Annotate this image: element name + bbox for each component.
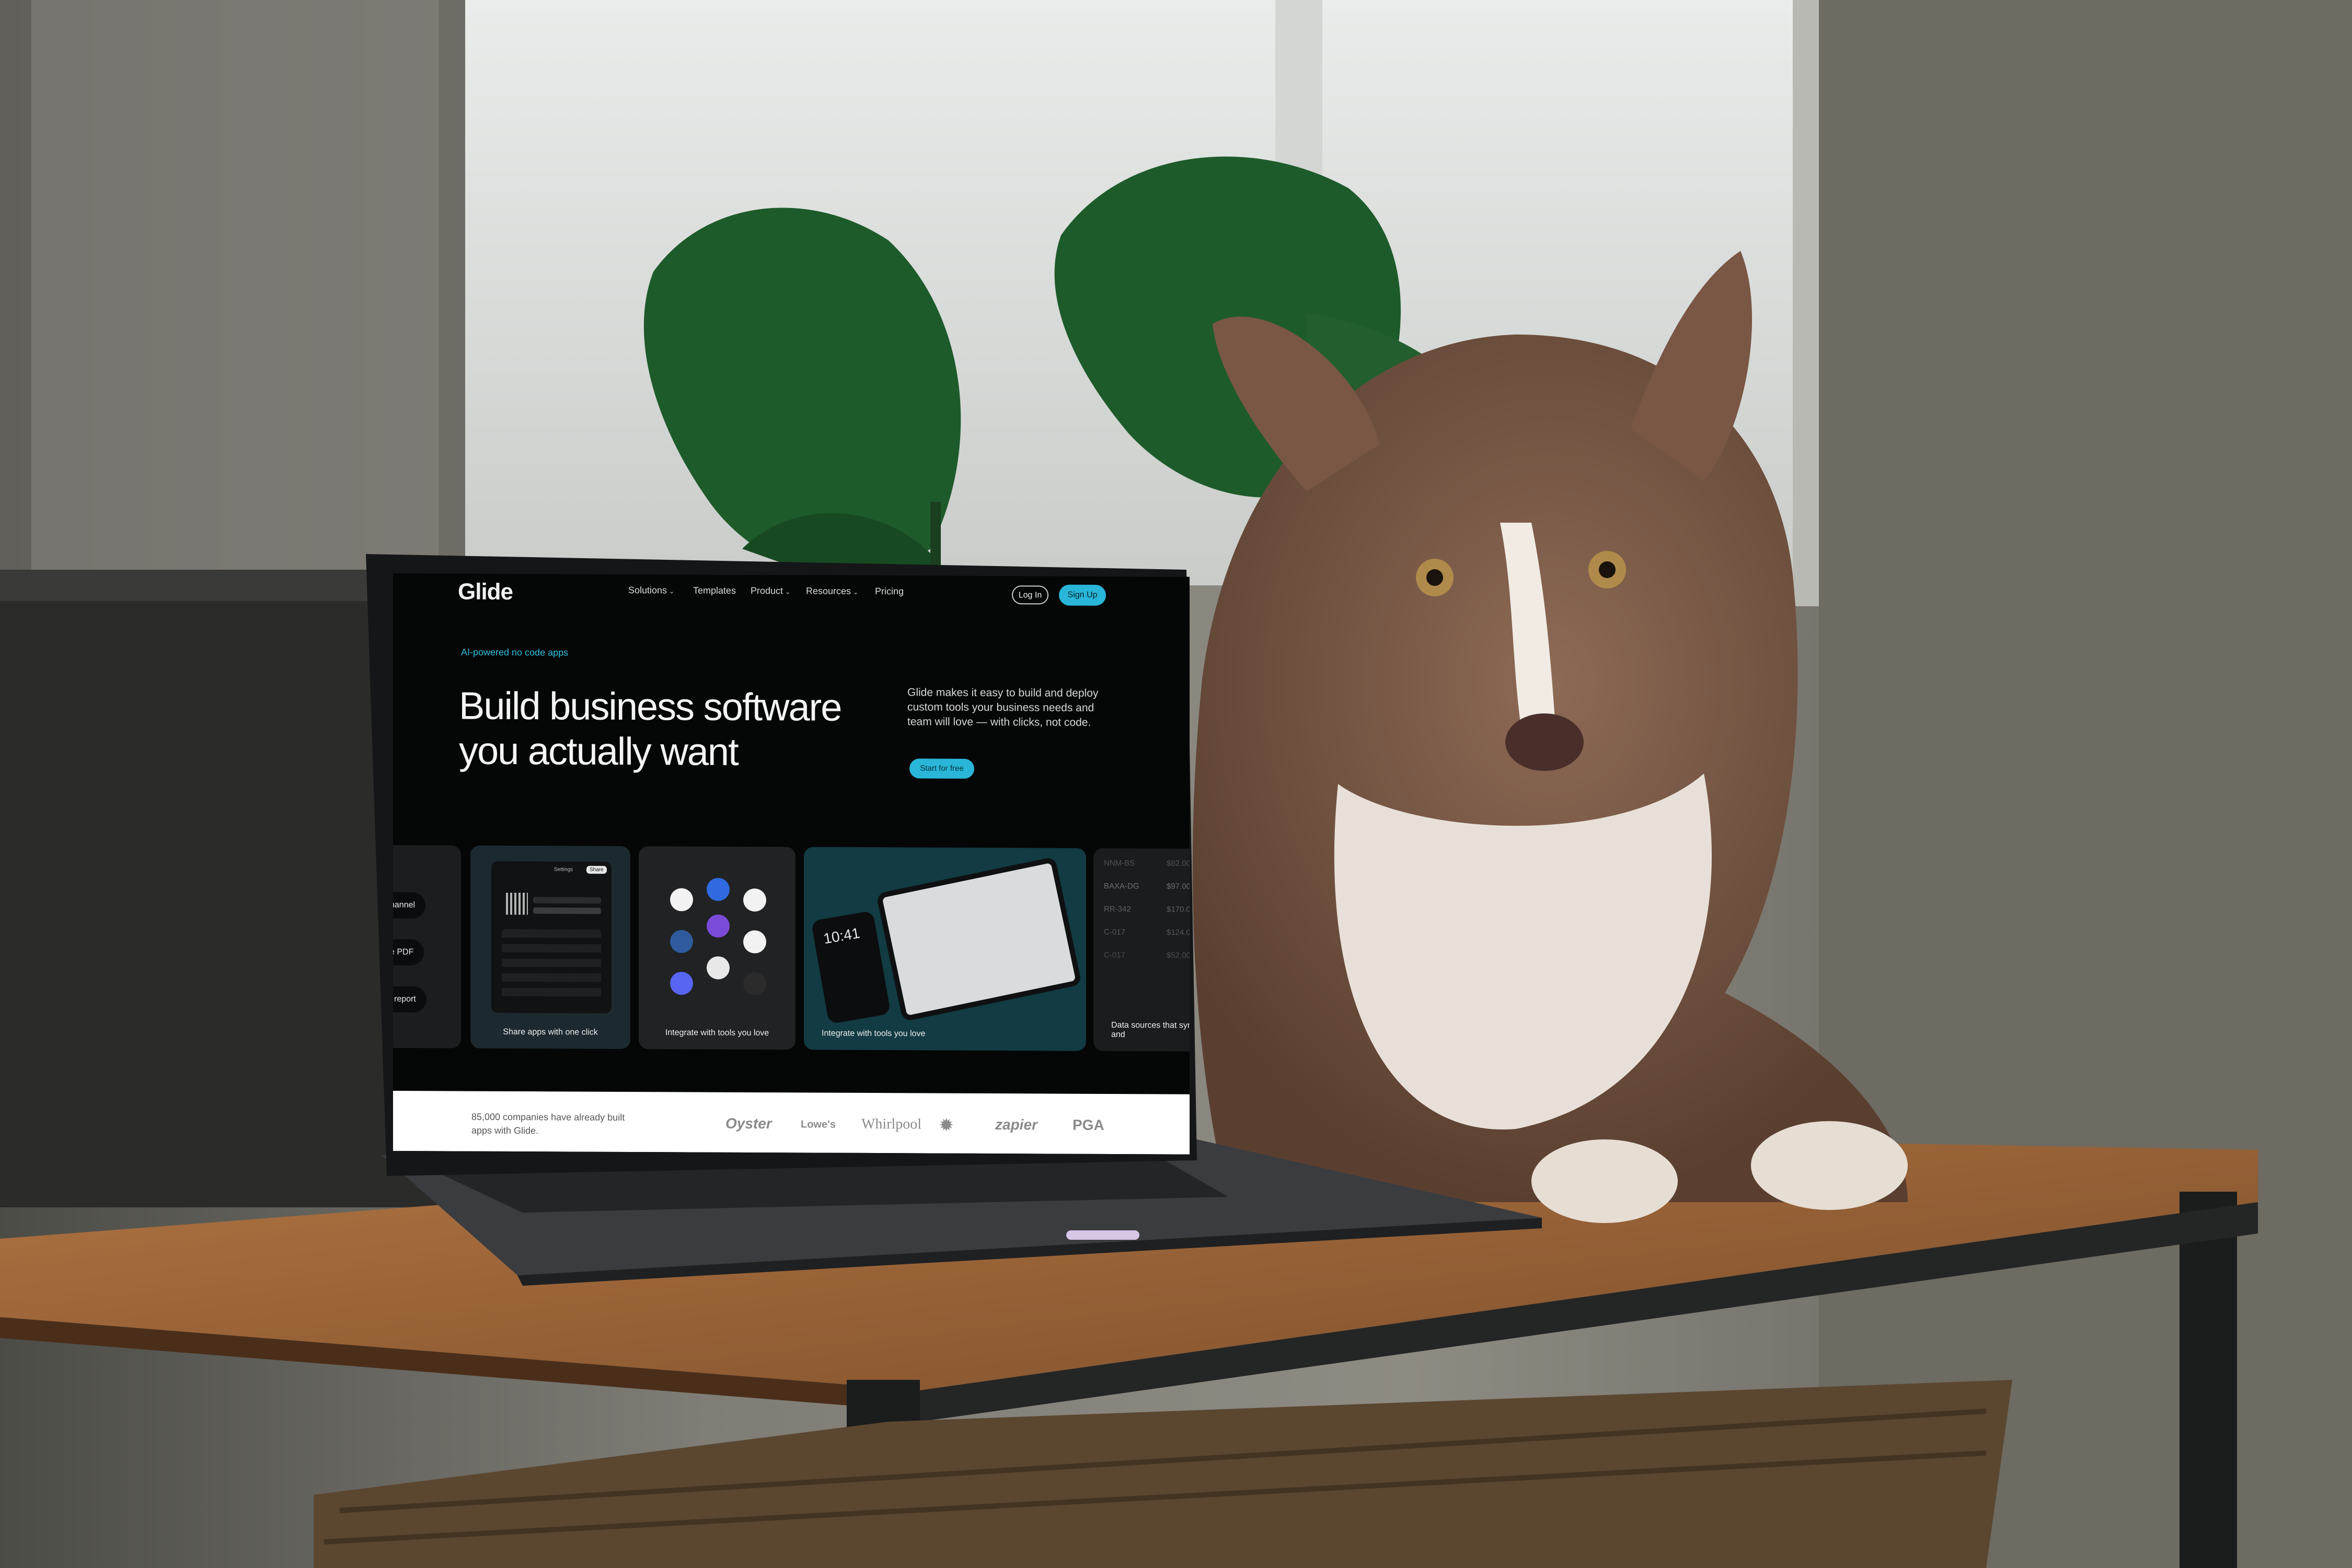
- laptop-screen: Glide Solutions ⌄ Templates Product ⌄ Reso…: [393, 573, 1190, 1155]
- data-card-caption: Data sources that sync and: [1111, 1020, 1190, 1040]
- social-proof-band: 85,000 companies have already built apps…: [393, 1091, 1190, 1155]
- site-navbar: Glide Solutions ⌄ Templates Product ⌄ Reso…: [393, 573, 1190, 640]
- data-row: RR-342 $170.00: [1104, 904, 1190, 914]
- hero-heading: Build business software you actually wan…: [459, 684, 856, 775]
- copy-link-button[interactable]: [533, 907, 601, 914]
- data-row: BAXA-DG $97.00: [1104, 881, 1190, 891]
- nav-product-label: Product: [751, 585, 783, 596]
- pill-label: hannel: [393, 900, 416, 910]
- share-panel: Settings Share: [491, 861, 612, 1013]
- nav-pricing[interactable]: Pricing: [875, 586, 904, 597]
- brand-logo-figure-icon: ✹: [940, 1116, 953, 1134]
- hero-line-2: you actually want: [459, 729, 738, 774]
- data-table: NNM-BS $82.00 BAXA-DG $97.00 RR-342 $170.00…: [1104, 859, 1190, 974]
- feature-card-devices: 10:41 Integrate with tools you love: [804, 847, 1086, 1051]
- feature-card-integrations: Integrate with tools you love: [639, 846, 795, 1050]
- hero-description: Glide makes it easy to build and deploy …: [907, 686, 1099, 729]
- docusign-icon: [743, 930, 766, 954]
- phone-clock: 10:41: [822, 925, 861, 947]
- brand-logo-pga: PGA: [1073, 1116, 1104, 1133]
- feature-card-automation: hannel e PDF l report: [393, 845, 461, 1048]
- brand-logo-lowes: Lowe's: [801, 1119, 836, 1131]
- photo-scene: Glide Solutions ⌄ Templates Product ⌄ Reso…: [0, 0, 2352, 1568]
- app-icon: [670, 930, 693, 953]
- login-button[interactable]: Log In: [1012, 585, 1048, 605]
- tablet-mockup: [875, 856, 1082, 1022]
- data-row: C-017 $124.00: [1104, 927, 1190, 937]
- automation-pill: hannel: [393, 892, 426, 919]
- automation-pill: l report: [393, 986, 426, 1013]
- glide-logo[interactable]: Glide: [458, 579, 513, 605]
- app-icon: [707, 914, 730, 938]
- invite-list: [502, 929, 601, 1003]
- chevron-down-icon: ⌄: [785, 588, 791, 596]
- share-card-caption: Share apps with one click: [503, 1027, 598, 1037]
- integration-icons: [639, 846, 795, 1014]
- nav-solutions[interactable]: Solutions ⌄: [628, 585, 674, 596]
- nav-resources[interactable]: Resources ⌄: [806, 585, 858, 596]
- nav-solutions-label: Solutions: [628, 584, 667, 596]
- phone-mockup: 10:41: [811, 910, 891, 1024]
- share-tab[interactable]: Share: [586, 866, 607, 874]
- integrations-card-caption: Integrate with tools you love: [665, 1028, 769, 1038]
- openai-icon: [743, 888, 766, 912]
- discord-icon: [670, 972, 693, 995]
- app-icon: [743, 972, 766, 996]
- share-url-field[interactable]: [533, 897, 601, 904]
- start-for-free-button[interactable]: Start for free: [909, 758, 974, 779]
- brand-logo-zapier: zapier: [995, 1116, 1037, 1133]
- nav-templates[interactable]: Templates: [693, 585, 736, 596]
- social-proof-text: 85,000 companies have already built apps…: [471, 1111, 625, 1136]
- feature-card-share: Settings Share Share apps with one click: [470, 845, 630, 1049]
- data-row: NNM-BS $82.00: [1104, 858, 1190, 868]
- devices-card-caption: Integrate with tools you love: [822, 1029, 926, 1039]
- settings-tab[interactable]: Settings: [554, 867, 573, 872]
- pill-label: l report: [393, 995, 416, 1004]
- app-icon: [707, 956, 730, 979]
- automation-pill: e PDF: [393, 939, 424, 966]
- app-icon: [707, 878, 730, 901]
- data-row: C-017 $52.00: [1104, 950, 1190, 960]
- signup-button[interactable]: Sign Up: [1059, 584, 1106, 606]
- chevron-down-icon: ⌄: [853, 588, 859, 596]
- gmail-icon: [670, 888, 693, 912]
- feature-card-data: NNM-BS $82.00 BAXA-DG $97.00 RR-342 $170.00…: [1093, 848, 1190, 1052]
- chevron-down-icon: ⌄: [669, 587, 675, 595]
- nav-product[interactable]: Product ⌄: [751, 585, 790, 596]
- nav-templates-label: Templates: [693, 585, 736, 596]
- hero-line-1: Build business software: [459, 684, 841, 729]
- pill-label: e PDF: [393, 947, 414, 957]
- brand-logo-oyster: Oyster: [725, 1115, 772, 1132]
- nav-resources-label: Resources: [806, 585, 851, 596]
- brand-logo-whirlpool: Whirlpool: [861, 1115, 922, 1133]
- qr-code-icon: [506, 892, 528, 915]
- hero-eyebrow: AI-powered no code apps: [461, 647, 569, 658]
- nav-pricing-label: Pricing: [875, 586, 904, 597]
